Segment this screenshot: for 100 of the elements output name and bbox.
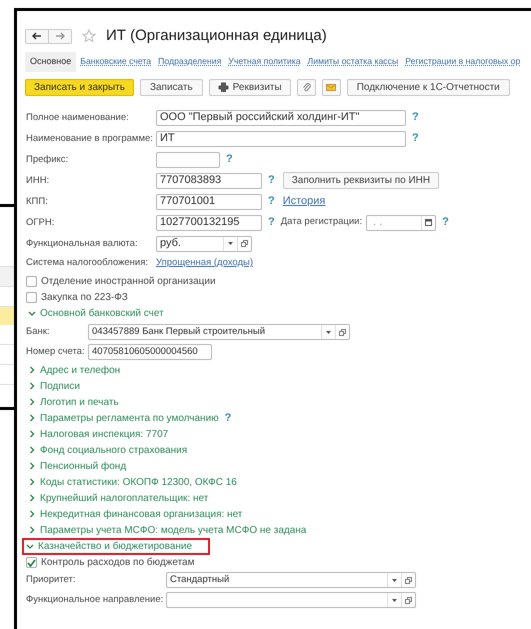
- group-title[interactable]: Параметры регламента по умолчанию: [40, 410, 219, 426]
- chevron-right-icon[interactable]: [28, 366, 36, 374]
- save-and-close-button[interactable]: Записать и закрыть: [25, 78, 134, 96]
- select-field[interactable]: Стандартный: [166, 572, 416, 588]
- chevron-right-icon[interactable]: [28, 446, 36, 454]
- help-icon[interactable]: ?: [268, 172, 275, 189]
- calendar-icon: [425, 219, 432, 226]
- dropdown-icon: [392, 598, 397, 602]
- select-field[interactable]: 043457889 Банк Первый строительный: [88, 324, 350, 340]
- help-icon[interactable]: ?: [226, 151, 233, 168]
- date-placeholder: . .: [372, 215, 384, 230]
- group-title[interactable]: Основной банковский счет: [40, 306, 164, 321]
- tab[interactable]: Регистрации в налоговых ор: [402, 52, 524, 72]
- forward-arrow-icon: [55, 32, 65, 40]
- history-link[interactable]: История: [282, 193, 326, 210]
- help-icon[interactable]: ?: [268, 214, 275, 231]
- chevron-right-icon[interactable]: [28, 510, 36, 518]
- window-title: ИТ (Организационная единица): [106, 26, 327, 46]
- select-value: 043457889 Банк Первый строительный: [91, 324, 266, 339]
- input-field[interactable]: 7707083893: [156, 172, 262, 188]
- group-title[interactable]: Крупнейший налогоплательщик: нет: [40, 490, 208, 506]
- input-field[interactable]: 40705810605000004560: [88, 344, 212, 360]
- input-field[interactable]: 1027700132195: [156, 214, 262, 230]
- group-title[interactable]: Подписи: [40, 378, 80, 394]
- field-label: Дата регистрации:: [280, 215, 362, 230]
- group-title[interactable]: Фонд социального страхования: [40, 442, 188, 458]
- checkbox-label: Контроль расходов по бюджетам: [41, 556, 194, 570]
- chevron-right-icon[interactable]: [28, 414, 36, 422]
- select-value: руб.: [159, 236, 182, 252]
- group-title[interactable]: Параметры учета МСФО: модель учета МСФО не задана: [40, 522, 306, 538]
- chevron-right-icon[interactable]: [28, 430, 36, 438]
- field-label: Номер счета:: [26, 346, 85, 357]
- field-label: Функциональная валюта:: [26, 238, 138, 250]
- print-button[interactable]: Реквизиты: [208, 78, 291, 96]
- field-label: Префикс:: [26, 154, 68, 166]
- field-label: Банк:: [26, 326, 50, 337]
- field-label: Функциональное направление:: [26, 594, 164, 605]
- tab[interactable]: Учетная политика: [225, 52, 304, 72]
- checkbox-label: Закупка по 223-ФЗ: [41, 290, 128, 304]
- tab[interactable]: Лимиты остатка кассы: [304, 52, 402, 72]
- help-icon[interactable]: ?: [224, 410, 232, 426]
- group-title[interactable]: Коды статистики: ОКОПФ 12300, ОКФС 16: [40, 474, 237, 490]
- group-title[interactable]: Казначейство и бюджетирование: [38, 539, 192, 554]
- group-title[interactable]: Логотип и печать: [40, 394, 119, 410]
- open-window-icon: [339, 328, 346, 336]
- field-label: Наименование в программе:: [26, 133, 153, 144]
- group-title[interactable]: Некредитная финансовая организация: нет: [40, 506, 242, 522]
- chevron-down-icon[interactable]: [28, 310, 36, 318]
- help-icon[interactable]: ?: [412, 109, 419, 126]
- input-field[interactable]: [156, 152, 220, 168]
- checkbox[interactable]: [26, 292, 37, 302]
- date-field[interactable]: . .: [366, 214, 436, 230]
- select-field[interactable]: [166, 592, 416, 608]
- envelope-icon: [326, 84, 336, 90]
- open-window-icon: [405, 576, 412, 584]
- group-title[interactable]: Пенсионный фонд: [40, 458, 126, 474]
- paperclip-icon: [302, 82, 311, 92]
- dropdown-icon: [326, 330, 331, 334]
- field-label: ОГРН:: [26, 217, 54, 228]
- field-label: КПП:: [26, 196, 48, 208]
- fill-by-inn-button[interactable]: Заполнить реквизиты по ИНН: [282, 172, 440, 189]
- field-label: Полное наименование:: [26, 112, 129, 124]
- checkmark-icon: [27, 558, 36, 566]
- chevron-right-icon[interactable]: [28, 526, 36, 534]
- field-label: Система налогообложения:: [26, 257, 148, 268]
- back-arrow-icon: [32, 32, 42, 40]
- chevron-right-icon[interactable]: [28, 398, 36, 406]
- chevron-right-icon[interactable]: [28, 478, 36, 486]
- chevron-down-icon[interactable]: [26, 542, 34, 550]
- help-icon[interactable]: ?: [412, 130, 419, 147]
- open-window-icon: [241, 240, 248, 247]
- open-window-icon: [405, 596, 412, 604]
- input-field[interactable]: ИТ: [156, 130, 406, 146]
- dropdown-icon: [392, 578, 397, 582]
- dropdown-icon: [228, 242, 233, 245]
- chevron-right-icon[interactable]: [28, 462, 36, 470]
- select-value: Стандартный: [169, 572, 230, 587]
- taxation-link[interactable]: Упрощенная (доходы): [156, 256, 254, 271]
- group-title[interactable]: Налоговая инспекция: 7707: [40, 426, 168, 442]
- input-field[interactable]: 770701001: [156, 194, 262, 210]
- checkbox-label: Отделение иностранной организации: [41, 274, 216, 288]
- chevron-right-icon[interactable]: [28, 382, 36, 390]
- attach-button[interactable]: [296, 78, 316, 96]
- help-icon[interactable]: ?: [442, 214, 449, 231]
- group-title[interactable]: Адрес и телефон: [40, 362, 120, 378]
- back-button[interactable]: [26, 30, 49, 42]
- input-field[interactable]: ООО "Первый российский холдинг-ИТ": [156, 110, 406, 126]
- checkbox[interactable]: [26, 276, 37, 286]
- help-icon[interactable]: ?: [268, 193, 275, 210]
- field-label: ИНН:: [26, 175, 50, 186]
- star-icon[interactable]: [82, 29, 96, 43]
- toolbar-button[interactable]: Подключение к 1С-Отчетности: [346, 78, 510, 96]
- tab[interactable]: Подразделения: [155, 52, 224, 72]
- checkbox[interactable]: [26, 557, 37, 568]
- toolbar-button[interactable]: Записать: [140, 78, 203, 96]
- tab[interactable]: Основное: [25, 52, 76, 72]
- chevron-right-icon[interactable]: [28, 494, 36, 502]
- tab[interactable]: Банковские счета: [77, 52, 154, 72]
- select-field[interactable]: руб.: [156, 236, 252, 252]
- mail-button[interactable]: [322, 78, 341, 96]
